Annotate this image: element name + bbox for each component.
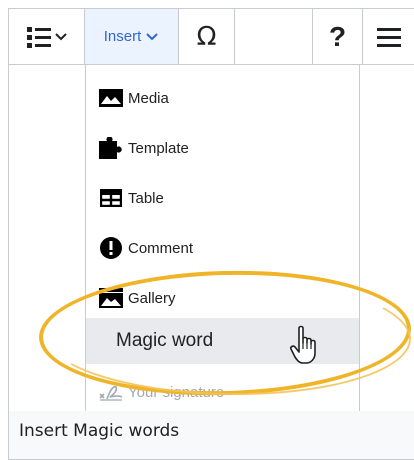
- help-icon: ?: [328, 20, 347, 52]
- editor-toolbar: Insert Ω ?: [9, 9, 414, 65]
- list-format-button[interactable]: [9, 9, 85, 64]
- menu-item-template[interactable]: Template: [86, 123, 359, 173]
- toolbar-spacer: [235, 9, 313, 64]
- menu-item-label: Media: [128, 89, 169, 107]
- page-options-button[interactable]: [363, 9, 414, 64]
- chevron-down-icon: [146, 32, 158, 40]
- image-icon: [98, 85, 124, 111]
- table-icon: [98, 185, 124, 211]
- bulleted-list-icon: [26, 26, 67, 48]
- menu-item-comment[interactable]: Comment: [86, 223, 359, 273]
- omega-icon: Ω: [196, 21, 217, 52]
- exclamation-icon: [98, 235, 124, 261]
- menu-item-label: Comment: [128, 239, 194, 257]
- hamburger-menu-icon: [376, 27, 401, 47]
- menu-item-label: Table: [128, 189, 164, 207]
- screenshot-canvas: Insert Ω ? Media Template Table Comment …: [9, 9, 414, 411]
- figure-caption: Insert Magic words: [19, 421, 180, 441]
- hand-pointer-cursor-icon: [290, 325, 316, 364]
- help-button[interactable]: ?: [313, 9, 363, 64]
- menu-item-media[interactable]: Media: [86, 73, 359, 123]
- menu-item-label: Template: [128, 139, 189, 157]
- special-characters-button[interactable]: Ω: [179, 9, 235, 64]
- puzzle-icon: [98, 135, 124, 161]
- menu-item-table[interactable]: Table: [86, 173, 359, 223]
- thumbnail-frame: Insert Ω ? Media Template Table Comment …: [8, 8, 414, 460]
- insert-menu-button[interactable]: Insert: [85, 9, 179, 64]
- insert-label: Insert: [103, 28, 142, 45]
